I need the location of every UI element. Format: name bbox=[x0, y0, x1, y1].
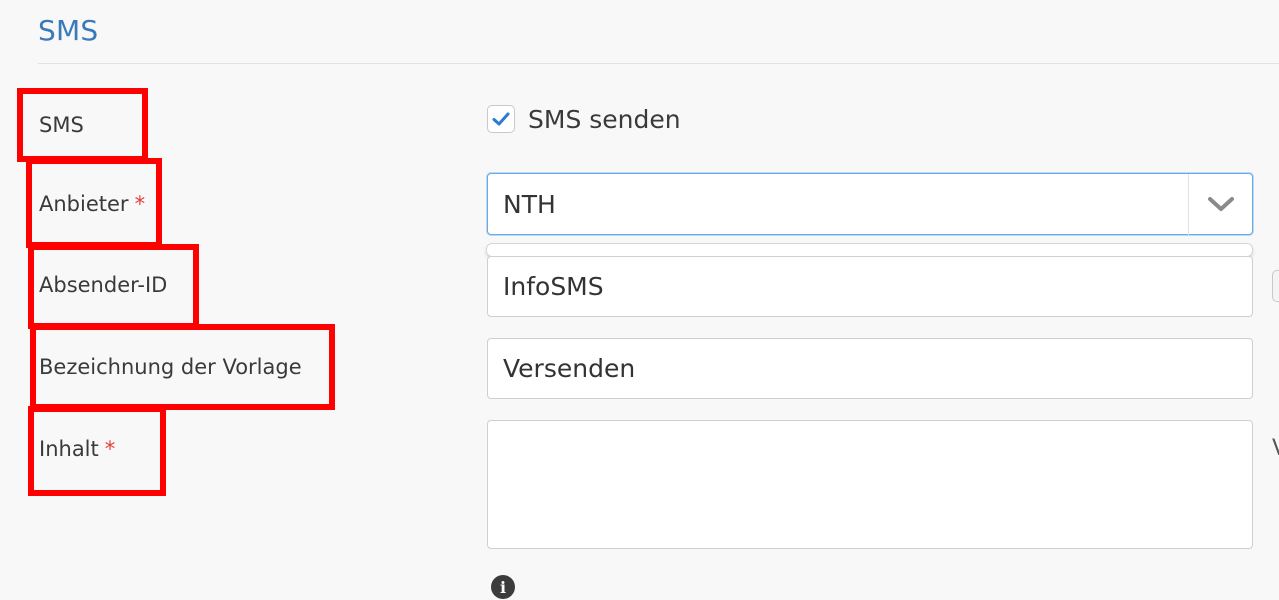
info-icon[interactable]: i bbox=[491, 575, 515, 599]
highlight-box-sms bbox=[17, 88, 148, 162]
provider-dropdown-panel bbox=[486, 243, 1253, 257]
send-sms-row: SMS senden bbox=[487, 103, 681, 135]
side-text: V bbox=[1272, 436, 1279, 461]
section-title: SMS bbox=[38, 14, 99, 47]
provider-select[interactable]: NTH bbox=[487, 173, 1253, 235]
sender-id-input[interactable]: InfoSMS bbox=[487, 256, 1253, 317]
highlight-box-content bbox=[28, 406, 166, 496]
highlight-box-sender-id bbox=[28, 244, 199, 329]
checkmark-icon bbox=[492, 112, 510, 126]
side-action-button[interactable] bbox=[1272, 270, 1279, 302]
send-sms-checkbox[interactable] bbox=[487, 105, 515, 133]
chevron-down-icon bbox=[1207, 197, 1234, 211]
highlight-box-template-name bbox=[30, 324, 335, 410]
template-name-input[interactable]: Versenden bbox=[487, 338, 1253, 399]
highlight-box-provider bbox=[26, 158, 162, 248]
provider-select-value: NTH bbox=[503, 189, 556, 219]
provider-dropdown-toggle[interactable] bbox=[1189, 174, 1252, 235]
section-divider bbox=[38, 63, 1279, 64]
content-textarea[interactable] bbox=[487, 420, 1253, 549]
send-sms-label[interactable]: SMS senden bbox=[528, 105, 681, 134]
